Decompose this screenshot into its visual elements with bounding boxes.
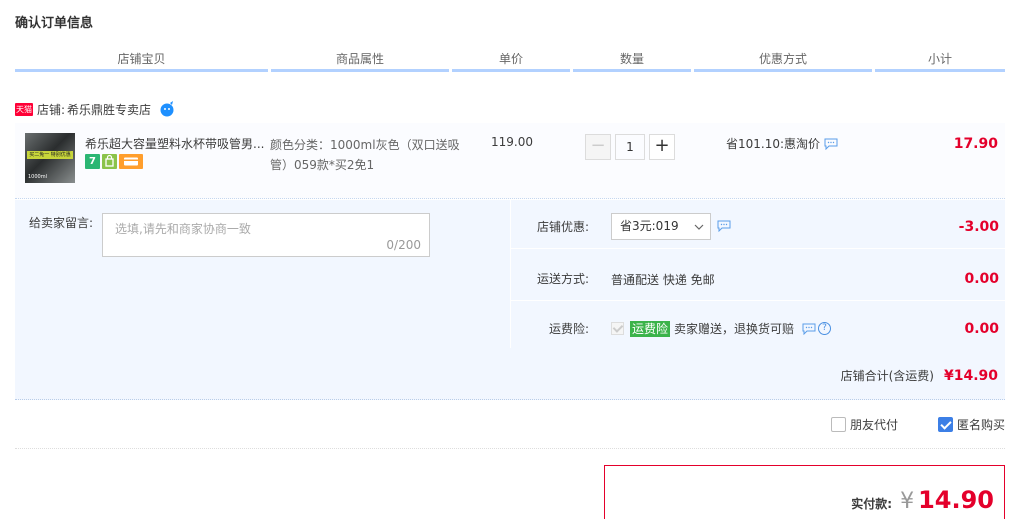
shop-discount-amount: -3.00 [958,219,999,235]
anonymous-option[interactable]: 匿名购买 [937,416,1005,433]
column-quantity: 数量 [573,50,691,72]
insurance-row: 运费险: 运费险 卖家赠送，退换货可赔 ? 0.00 [511,302,1006,351]
quantity-plus-button[interactable]: + [649,134,675,160]
friend-pay-checkbox[interactable] [830,417,846,432]
item-subtotal: 17.90 [953,136,998,152]
quantity-minus-button[interactable]: − [585,134,611,160]
shop-discount-label: 店铺优惠: [536,220,589,234]
shop-discount-select[interactable]: 省3元:019 [611,213,711,240]
friend-pay-option[interactable]: 朋友代付 [830,416,898,433]
column-shop-item: 店铺宝贝 [15,50,268,72]
payment-label: 实付款: [851,497,893,511]
payment-total: 实付款: ¥ 14.90 [851,486,994,514]
shop-total-label: 店铺合计(含运费) [840,369,934,383]
quantity-input[interactable]: 1 [615,134,645,160]
insurance-text: 卖家赠送，退换货可赔 [674,322,795,336]
shipping-row: 运送方式: 普通配送 快递 免邮 0.00 [511,252,1006,301]
insurance-label: 运费险: [548,322,589,336]
product-attributes: 颜色分类：1000ml灰色（双口送吸管）059款*买2免1 [270,138,460,172]
wangwang-chat-icon[interactable] [159,101,175,117]
shopping-bag-icon[interactable] [102,154,117,169]
insurance-checkbox [611,322,624,335]
tmall-icon: 天猫 [15,102,33,116]
column-attributes: 商品属性 [271,50,449,72]
chat-bubble-icon[interactable] [824,138,838,150]
shop-total-value: ¥14.90 [943,368,998,384]
divider [15,448,1005,449]
shop-row: 天猫 店铺: 希乐鼎胜专卖店 [15,99,175,119]
item-row: 买二免一 特别优惠 1000ml 希乐超大容量塑料水杯带吸管男... 7 颜色分… [15,123,1005,199]
chevron-down-icon [694,224,704,230]
discount-info: 省101.10:惠淘价 [726,135,838,152]
discount-text: 省101.10:惠淘价 [726,137,821,151]
shipping-amount: 0.00 [964,271,999,287]
shipping-label: 运送方式: [536,272,589,286]
memo-label: 给卖家留言: [29,216,94,230]
quantity-stepper: − 1 + [585,134,675,160]
unit-price: 119.00 [491,135,533,149]
chat-bubble-icon[interactable] [717,220,731,232]
column-discount: 优惠方式 [694,50,872,72]
credit-card-icon[interactable] [119,154,143,169]
service-badges: 7 [85,154,143,169]
product-thumbnail[interactable]: 买二免一 特别优惠 1000ml [25,133,75,183]
page-title: 确认订单信息 [15,16,94,31]
payment-value: 14.90 [918,486,994,514]
column-header: 店铺宝贝 商品属性 单价 数量 优惠方式 小计 [15,50,1005,72]
friend-pay-label: 朋友代付 [849,418,898,432]
insurance-tag: 运费险 [630,320,671,337]
memo-textarea[interactable]: 选填,请先和商家协商一致 0/200 [102,213,430,257]
help-icon[interactable]: ? [818,322,832,335]
payment-summary: 实付款: ¥ 14.90 [604,465,1005,519]
anonymous-checkbox[interactable] [937,417,953,432]
shop-label: 店铺: [37,102,66,117]
thumbnail-capacity-text: 1000ml [28,174,47,180]
price-breakdown: 店铺优惠: 省3元:019 -3.00 运送方式: 普通配送 快递 免邮 0.0… [510,200,1006,351]
order-detail-panel: 给卖家留言: 选填,请先和商家协商一致 0/200 店铺优惠: 省3元:019 … [15,200,1006,400]
insurance-amount: 0.00 [964,321,999,337]
shop-total: 店铺合计(含运费) ¥14.90 [841,367,998,384]
shop-discount-selected: 省3元:019 [620,219,679,233]
payment-currency: ¥ [900,489,915,514]
order-options: 朋友代付 匿名购买 [791,416,1005,433]
anonymous-label: 匿名购买 [956,418,1005,432]
insurance-info: 运费险 卖家赠送，退换货可赔 ? [611,320,832,337]
shop-name-link[interactable]: 希乐鼎胜专卖店 [67,101,151,118]
thumbnail-promo-text: 买二免一 特别优惠 [27,151,73,159]
seven-day-return-icon[interactable]: 7 [85,154,100,169]
product-name-link[interactable]: 希乐超大容量塑料水杯带吸管男... [85,135,270,152]
shipping-method: 普通配送 快递 免邮 [611,273,715,287]
memo-placeholder: 选填,请先和商家协商一致 [115,222,251,236]
shop-discount-row: 店铺优惠: 省3元:019 -3.00 [511,200,1006,249]
memo-char-count: 0/200 [386,238,421,252]
column-unit-price: 单价 [452,50,570,72]
chat-bubble-icon[interactable] [802,323,816,335]
column-subtotal: 小计 [875,50,1005,72]
